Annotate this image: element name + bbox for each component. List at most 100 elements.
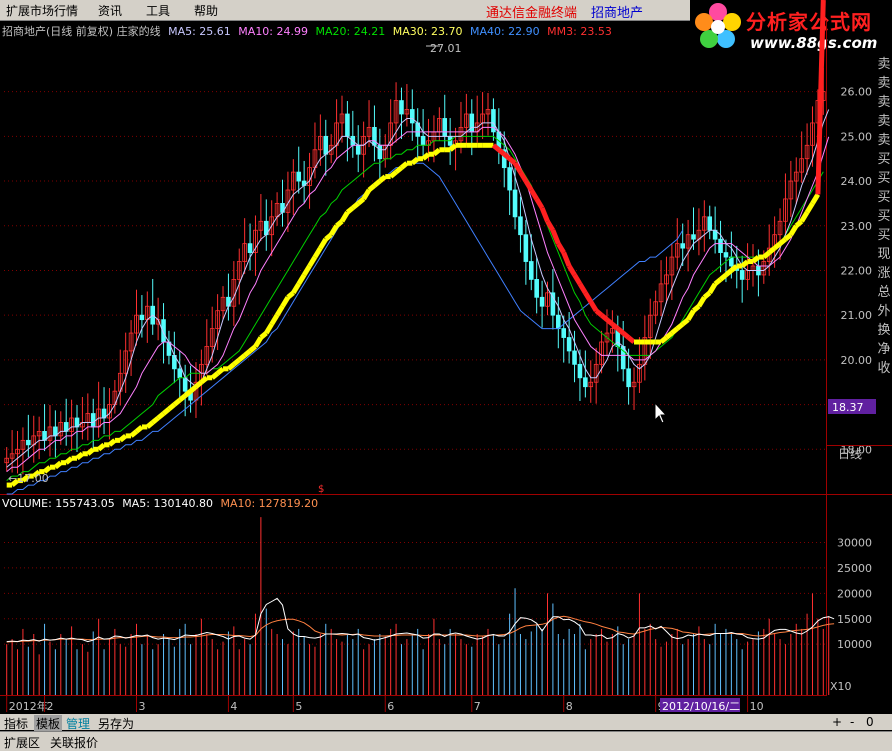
mm3-segment: [577, 282, 588, 295]
candle-body: [739, 270, 745, 280]
mm3-segment: [605, 317, 614, 327]
tab-indicator[interactable]: 指标: [4, 715, 28, 732]
candle-body: [166, 341, 172, 356]
mm3-segment: [610, 322, 620, 331]
mm3-segment: [432, 147, 441, 157]
mm3-segment: [696, 296, 707, 308]
candle-body: [583, 377, 588, 388]
candle-body: [718, 238, 723, 253]
quote-label-4: 卖: [877, 133, 891, 148]
mm3-segment: [345, 205, 355, 215]
candle-body: [410, 109, 415, 124]
candle-body: [26, 439, 31, 446]
zoom-out-button[interactable]: -: [850, 715, 854, 729]
mm3-segment: [497, 147, 506, 157]
xaxis-label: 2012年: [9, 699, 48, 713]
mm3-segment: [296, 273, 307, 286]
tab-template[interactable]: 模板: [34, 715, 63, 732]
quote-label-0: 卖: [877, 57, 891, 72]
price-tick-label: 23.00: [841, 220, 873, 233]
mm3-segment: [286, 290, 295, 300]
xaxis-label: 7: [474, 700, 481, 713]
mm3-segment: [616, 326, 625, 335]
tab-save-as[interactable]: 另存为: [98, 715, 134, 732]
price-tick-label: 21.00: [841, 309, 873, 322]
mm3-segment: [97, 442, 106, 452]
quote-label-9: 买: [877, 228, 891, 243]
mm3-segment: [274, 304, 285, 317]
candle-body: [372, 127, 377, 146]
price-tick-label: 26.00: [841, 86, 873, 99]
volume-unit-label: X10: [830, 680, 852, 693]
mm3-segment: [740, 259, 750, 268]
mm3-segment: [334, 219, 344, 228]
mm3-segment: [129, 429, 139, 438]
mm3-segment: [172, 398, 182, 407]
mm3-segment: [178, 393, 187, 403]
mm3-segment: [86, 447, 95, 456]
candle-body: [534, 279, 539, 298]
candle-body: [572, 350, 577, 365]
candle-body: [550, 292, 556, 316]
current-price-label: 18.37: [832, 401, 864, 414]
xaxis-line: [0, 695, 826, 696]
candle-body: [177, 368, 183, 379]
candle-body: [507, 167, 512, 191]
mm3-segment: [389, 170, 398, 179]
mm3-segment: [216, 366, 225, 376]
mm3-segment: [685, 309, 696, 321]
panel-divider: [0, 494, 892, 495]
mm3-segment: [572, 273, 583, 286]
volume-tick-label: 20000: [837, 587, 872, 600]
tab-manage[interactable]: 管理: [66, 715, 90, 732]
mm3-segment: [75, 451, 85, 461]
candle-body: [680, 243, 685, 249]
mm3-segment: [194, 380, 203, 389]
mm3-segment: [161, 407, 171, 416]
mm3-segment: [264, 322, 274, 335]
mm3-segment: [42, 465, 52, 474]
zoom-reset-button[interactable]: 0: [866, 715, 874, 729]
quote-label-16: 收: [877, 361, 891, 376]
mm3-segment: [670, 326, 679, 335]
mm3-segment: [783, 232, 793, 242]
mm3-segment: [491, 143, 501, 152]
candle-body: [512, 189, 518, 218]
mm3-segment: [367, 183, 377, 192]
mm3-segment: [243, 349, 252, 358]
mm3-segment: [724, 268, 733, 277]
candle-body: [556, 314, 561, 329]
mm3-segment: [561, 251, 572, 267]
mm3-segment: [269, 313, 280, 326]
mm3-segment: [508, 156, 517, 166]
candle-body: [90, 413, 96, 428]
period-divider: [826, 445, 892, 446]
mm3-segment: [502, 152, 512, 161]
mm3-segment: [518, 170, 529, 183]
tab-extension[interactable]: 扩展区: [4, 734, 40, 751]
candle-body: [355, 144, 361, 155]
quote-label-14: 换: [877, 323, 891, 338]
tab-related-quote[interactable]: 关联报价: [50, 734, 98, 751]
xaxis-label: 5: [295, 700, 302, 713]
mm3-segment: [707, 282, 718, 295]
zoom-in-button[interactable]: +: [832, 715, 842, 729]
mm3-segment: [664, 331, 674, 340]
volume-tick-label: 15000: [837, 613, 872, 626]
mm3-segment: [248, 344, 258, 353]
quote-label-6: 买: [877, 171, 891, 186]
price-tick-label: 22.00: [841, 264, 873, 277]
mm3-segment: [199, 375, 209, 385]
price-tick-label: 25.00: [841, 130, 873, 143]
kline-chart[interactable]: 26.0025.0024.0023.0022.0021.0020.0019.00…: [0, 0, 892, 750]
volume-tick-label: 30000: [837, 537, 872, 550]
quote-label-13: 外: [877, 304, 891, 319]
low-price-label: ←17.00: [8, 472, 49, 485]
mm3-segment: [134, 425, 144, 434]
mm3-segment: [778, 237, 788, 246]
candle-body: [296, 171, 302, 182]
mm3-segment: [815, 0, 826, 195]
quote-label-5: 买: [877, 152, 891, 167]
candle-body: [626, 368, 631, 388]
quote-label-11: 涨: [877, 266, 891, 281]
